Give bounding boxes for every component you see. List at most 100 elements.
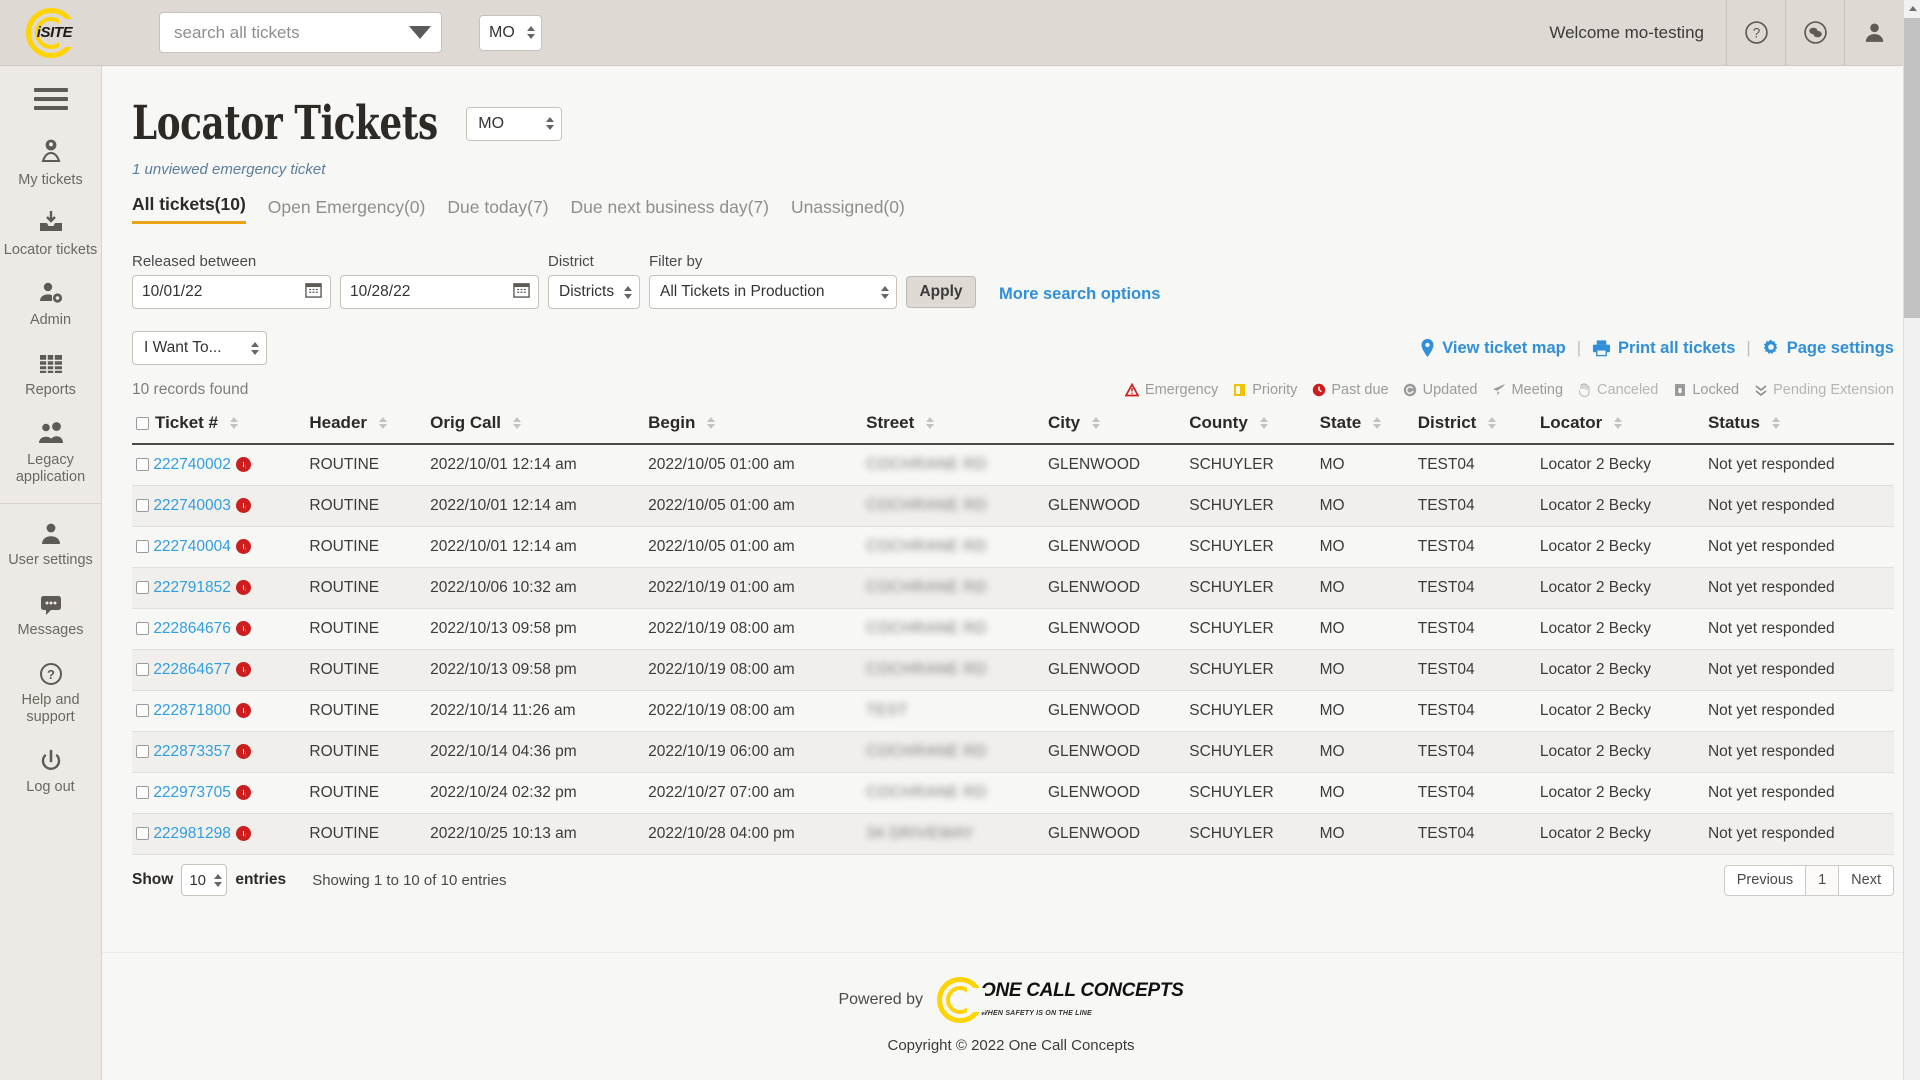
apply-button[interactable]: Apply [906, 276, 976, 308]
view-ticket-map-link[interactable]: View ticket map [1420, 339, 1566, 358]
scroll-up-arrow-icon[interactable] [1904, 0, 1920, 17]
chevron-down-icon[interactable] [409, 26, 431, 39]
table-row[interactable]: 222873357 ROUTINE 2022/10/14 04:36 pm 2022/… [132, 731, 1894, 773]
col-county[interactable]: County [1185, 407, 1316, 445]
sidebar-item-messages[interactable]: Messages [0, 578, 102, 648]
sidebar-item-user-settings[interactable]: User settings [0, 508, 102, 578]
cell-locator: Locator 2 Becky [1535, 444, 1704, 486]
page-settings-link[interactable]: Page settings [1762, 339, 1894, 358]
sort-icon[interactable] [230, 417, 239, 429]
ticket-number-link[interactable]: 222740003 [153, 497, 231, 514]
ticket-number-link[interactable]: 222740004 [153, 538, 231, 555]
col-district[interactable]: District [1413, 407, 1536, 445]
date-to-input[interactable]: 10/28/22 [340, 275, 539, 309]
col-begin[interactable]: Begin [644, 407, 863, 445]
col-state[interactable]: State [1315, 407, 1414, 445]
sort-icon[interactable] [1614, 417, 1623, 429]
table-row[interactable]: 222864676 ROUTINE 2022/10/13 09:58 pm 2022/… [132, 608, 1894, 650]
ticket-number-link[interactable]: 222791852 [153, 579, 231, 596]
calendar-icon[interactable] [305, 281, 322, 303]
page-scrollbar[interactable] [1903, 0, 1920, 1080]
sidebar-item-admin[interactable]: Admin [0, 268, 102, 338]
district-select[interactable]: Districts [548, 275, 640, 309]
table-row[interactable]: 222871800 ROUTINE 2022/10/14 11:26 am 2022/… [132, 690, 1894, 732]
tab-due-today[interactable]: Due today(7) [447, 197, 548, 224]
table-row[interactable]: 222864677 ROUTINE 2022/10/13 09:58 pm 2022/… [132, 649, 1894, 691]
sort-icon[interactable] [926, 417, 935, 429]
col-street[interactable]: Street [862, 407, 1044, 445]
user-account-button[interactable] [1844, 0, 1903, 66]
table-row[interactable]: 222973705 ROUTINE 2022/10/24 02:32 pm 2022/… [132, 772, 1894, 814]
row-checkbox[interactable] [136, 499, 149, 513]
previous-page-button[interactable]: Previous [1723, 864, 1807, 896]
ticket-number-link[interactable]: 222871800 [153, 702, 231, 719]
table-row[interactable]: 222740003 ROUTINE 2022/10/01 12:14 am 2022/… [132, 485, 1894, 527]
col-orig-call[interactable]: Orig Call [426, 407, 645, 445]
table-row[interactable]: 222791852 ROUTINE 2022/10/06 10:32 am 2022/… [132, 567, 1894, 609]
messages-button[interactable] [1785, 0, 1844, 66]
row-checkbox[interactable] [136, 540, 149, 554]
col-ticket-number[interactable]: Ticket # [132, 407, 306, 445]
table-row[interactable]: 222981298 ROUTINE 2022/10/25 10:13 am 2022/… [132, 813, 1894, 855]
col-status[interactable]: Status [1703, 407, 1894, 445]
state-select-topbar[interactable]: MO [479, 14, 542, 51]
sidebar-item-reports[interactable]: Reports [0, 338, 102, 408]
tab-unassigned[interactable]: Unassigned(0) [791, 197, 905, 224]
sort-icon[interactable] [1771, 417, 1780, 429]
col-header[interactable]: Header [305, 407, 427, 445]
sidebar-item-my-tickets[interactable]: My tickets [0, 128, 102, 198]
isite-logo[interactable]: iSITE [0, 0, 102, 66]
col-locator[interactable]: Locator [1535, 407, 1704, 445]
sidebar-item-locator-tickets[interactable]: Locator tickets [0, 198, 102, 268]
tab-open-emergency[interactable]: Open Emergency(0) [268, 197, 426, 224]
more-search-options-link[interactable]: More search options [999, 285, 1160, 304]
table-row[interactable]: 222740002 ROUTINE 2022/10/01 12:14 am 2022/… [132, 444, 1894, 486]
scrollbar-thumb[interactable] [1904, 18, 1920, 318]
cell-district: TEST04 [1413, 731, 1536, 773]
calendar-icon[interactable] [513, 281, 530, 303]
sort-icon[interactable] [379, 417, 388, 429]
row-checkbox[interactable] [136, 581, 149, 595]
ticket-number-link[interactable]: 222740002 [153, 456, 231, 473]
select-all-checkbox[interactable] [136, 416, 149, 430]
help-button[interactable]: ? [1726, 0, 1785, 66]
row-checkbox[interactable] [136, 622, 149, 636]
ticket-number-link[interactable]: 222981298 [153, 825, 231, 842]
menu-toggle-button[interactable] [33, 88, 68, 110]
ticket-number-link[interactable]: 222864676 [153, 620, 231, 637]
row-checkbox[interactable] [136, 827, 149, 841]
print-all-tickets-link[interactable]: Print all tickets [1592, 339, 1735, 358]
row-checkbox[interactable] [136, 786, 149, 800]
ticket-number-link[interactable]: 222973705 [153, 784, 231, 801]
sort-icon[interactable] [1259, 417, 1268, 429]
ticket-number-link[interactable]: 222873357 [153, 743, 231, 760]
date-from-input[interactable]: 10/01/22 [132, 275, 331, 309]
ticket-number-link[interactable]: 222864677 [153, 661, 231, 678]
row-checkbox[interactable] [136, 663, 149, 677]
tab-all-tickets[interactable]: All tickets(10) [132, 194, 246, 224]
sort-icon[interactable] [1092, 417, 1101, 429]
row-checkbox[interactable] [136, 458, 149, 472]
sidebar-item-help-and-support[interactable]: ? Help and support [0, 648, 102, 735]
col-label: Status [1707, 413, 1760, 432]
tab-due-next-business-day[interactable]: Due next business day(7) [571, 197, 769, 224]
i-want-to-select[interactable]: I Want To... [132, 331, 267, 365]
row-checkbox[interactable] [136, 704, 149, 718]
page-number-1[interactable]: 1 [1805, 864, 1840, 896]
sort-icon[interactable] [513, 417, 522, 429]
table-row[interactable]: 222740004 ROUTINE 2022/10/01 12:14 am 2022/… [132, 526, 1894, 568]
next-page-button[interactable]: Next [1838, 864, 1894, 896]
sort-icon[interactable] [1373, 417, 1382, 429]
sidebar-item-legacy-application[interactable]: Legacy application [0, 408, 102, 495]
col-city[interactable]: City [1043, 407, 1186, 445]
row-checkbox[interactable] [136, 745, 149, 759]
entries-per-page-select[interactable]: 10 [181, 864, 228, 896]
state-select-page[interactable]: MO [466, 106, 563, 141]
cell-city: GLENWOOD [1043, 444, 1186, 486]
sort-icon[interactable] [707, 417, 716, 429]
sort-icon[interactable] [1488, 417, 1497, 429]
sidebar-item-log-out[interactable]: Log out [0, 735, 102, 805]
search-input[interactable]: search all tickets [159, 12, 442, 53]
filter-by-select[interactable]: All Tickets in Production [649, 275, 897, 309]
unviewed-emergency-link[interactable]: 1 unviewed emergency ticket [132, 161, 1894, 178]
